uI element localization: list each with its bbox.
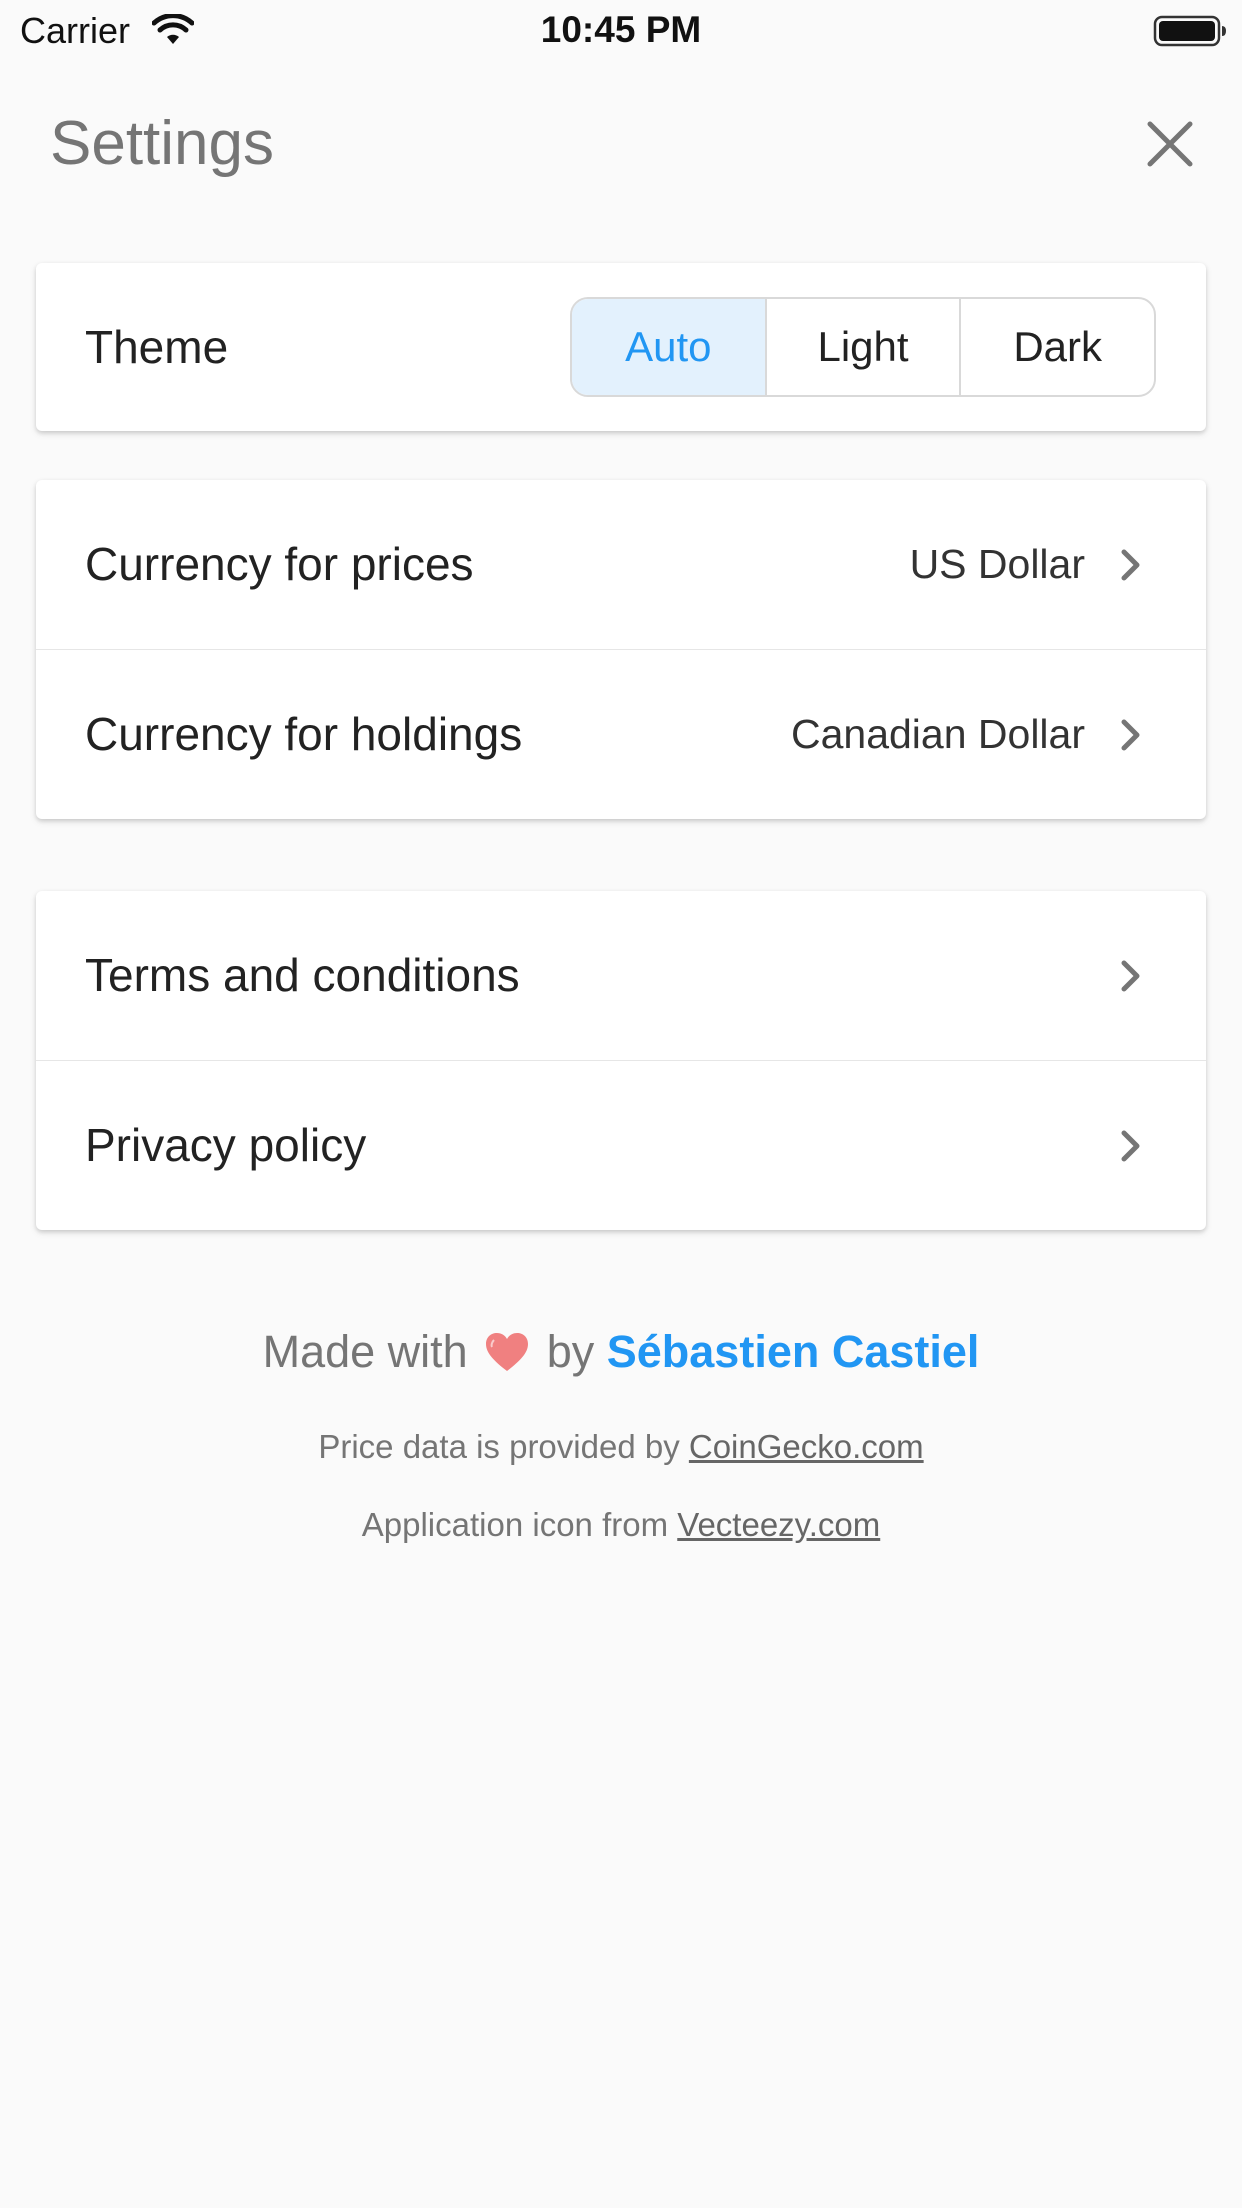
currency-prices-row[interactable]: Currency for prices US Dollar	[36, 480, 1206, 649]
by-text: by	[546, 1326, 595, 1377]
price-data-prefix: Price data is provided by	[318, 1428, 680, 1465]
currency-holdings-label: Currency for holdings	[85, 708, 523, 760]
chevron-right-icon	[1121, 549, 1140, 581]
made-with-text: Made with	[262, 1326, 468, 1377]
currency-prices-label: Currency for prices	[85, 538, 474, 590]
page-title: Settings	[50, 109, 275, 178]
theme-option-dark[interactable]: Dark	[959, 299, 1154, 395]
chevron-right-icon	[1121, 1130, 1140, 1162]
terms-row[interactable]: Terms and conditions	[36, 891, 1206, 1060]
theme-option-light[interactable]: Light	[764, 299, 960, 395]
chevron-right-icon	[1121, 960, 1140, 992]
icon-credit-prefix: Application icon from	[361, 1506, 669, 1543]
status-time: 10:45 PM	[540, 9, 702, 50]
chevron-right-icon	[1121, 719, 1140, 751]
terms-label: Terms and conditions	[85, 949, 520, 1001]
privacy-label: Privacy policy	[85, 1119, 367, 1171]
close-icon	[1147, 121, 1193, 167]
close-button[interactable]	[1140, 114, 1200, 174]
theme-segmented-control: Auto Light Dark	[570, 297, 1156, 397]
status-bar: Carrier 10:45 PM	[0, 0, 1242, 62]
coingecko-link[interactable]: CoinGecko.com	[689, 1428, 924, 1465]
currency-prices-value: US Dollar	[909, 541, 1085, 587]
author-link[interactable]: Sébastien Castiel	[607, 1326, 980, 1377]
privacy-row[interactable]: Privacy policy	[36, 1061, 1206, 1230]
icon-credit: Application icon from Vecteezy.com	[0, 1506, 1242, 1544]
currency-holdings-value: Canadian Dollar	[790, 711, 1085, 757]
vecteezy-link[interactable]: Vecteezy.com	[677, 1506, 880, 1543]
credits-line: Made with by Sébastien Castiel	[0, 1326, 1242, 1378]
price-data-credit: Price data is provided by CoinGecko.com	[0, 1428, 1242, 1466]
theme-option-auto[interactable]: Auto	[572, 299, 765, 395]
battery-icon	[1153, 15, 1226, 47]
theme-card: Theme Auto Light Dark	[36, 263, 1206, 431]
heart-icon	[486, 1333, 529, 1371]
theme-label: Theme	[85, 321, 229, 373]
currency-card: Currency for prices US Dollar Currency f…	[36, 480, 1206, 819]
legal-card: Terms and conditions Privacy policy	[36, 891, 1206, 1230]
currency-holdings-row[interactable]: Currency for holdings Canadian Dollar	[36, 650, 1206, 819]
